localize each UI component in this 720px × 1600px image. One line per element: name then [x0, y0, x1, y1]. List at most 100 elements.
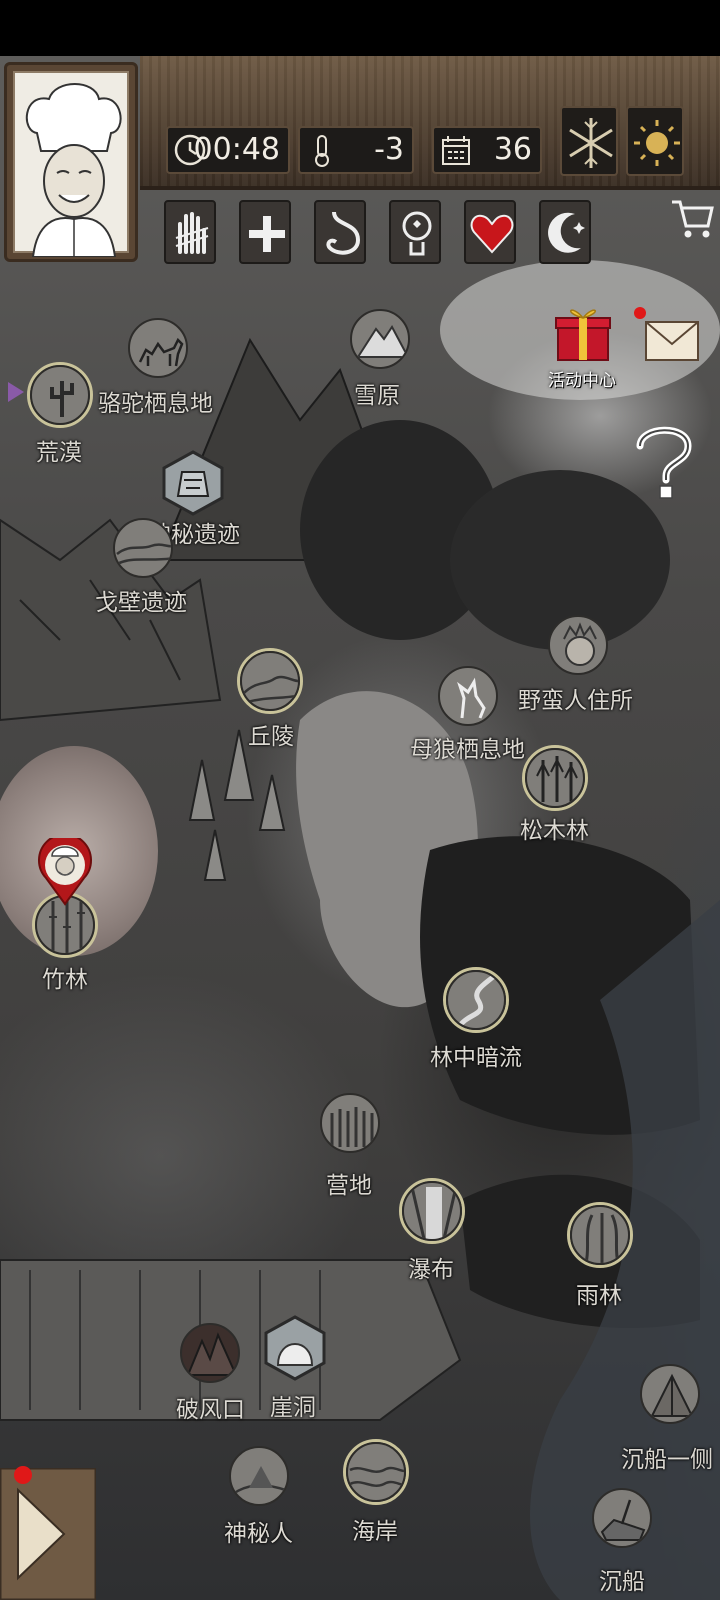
location-forest-stream[interactable] [446, 970, 506, 1030]
mail-notification-dot [634, 307, 646, 319]
love-status-button[interactable] [464, 200, 516, 264]
day-value: 36 [493, 132, 532, 167]
activity-center-label[interactable]: 活动中心 [548, 366, 616, 391]
temple-icon [162, 450, 224, 516]
left-edge-indicator [6, 380, 26, 408]
location-camp[interactable] [320, 1093, 380, 1153]
question-mark-icon [636, 426, 692, 499]
location-desert[interactable] [30, 365, 90, 425]
weather-snow-button[interactable] [560, 106, 618, 176]
location-gobi-ruins[interactable] [113, 518, 173, 578]
location-camel-habitat[interactable] [128, 318, 188, 378]
location-label: 丘陵 [248, 724, 294, 750]
cave-icon [264, 1315, 326, 1381]
location-coast[interactable] [346, 1442, 406, 1502]
help-button[interactable] [626, 418, 702, 504]
location-savage-home[interactable] [548, 615, 608, 675]
location-label: 雨林 [576, 1283, 622, 1309]
sunken-ship-icon [600, 1499, 646, 1541]
palisade-icon [330, 1107, 374, 1147]
calendar-icon [442, 136, 470, 165]
medical-cross-icon [249, 216, 285, 252]
play-arrow-icon [0, 1466, 98, 1600]
wolf-icon [457, 677, 486, 719]
chef-avatar [25, 83, 122, 258]
location-label: 崖洞 [270, 1395, 316, 1421]
location-waterfall[interactable] [402, 1181, 462, 1241]
location-label: 沉船一侧 [621, 1447, 713, 1473]
gift-box-icon [555, 309, 611, 361]
menu-notification-dot [14, 1466, 32, 1484]
map-pin-icon [38, 833, 92, 906]
cactus-icon [50, 381, 74, 417]
location-shipwreck-side[interactable] [640, 1364, 700, 1424]
sun-icon [634, 120, 680, 166]
mood-status-button[interactable] [389, 200, 441, 264]
location-label: 荒漠 [36, 440, 82, 466]
savage-face-icon [563, 622, 597, 666]
island-icon [232, 1466, 287, 1496]
location-pine-forest[interactable] [525, 748, 585, 808]
envelope-icon [645, 321, 699, 361]
bandaged-hand-icon [175, 212, 209, 254]
player-location-marker [36, 833, 94, 906]
shop-button[interactable] [668, 194, 716, 242]
day-counter: 36 [432, 126, 542, 174]
location-shipwreck[interactable] [592, 1488, 652, 1548]
hills-icon [243, 675, 298, 705]
time-display: 00:48 [166, 126, 290, 174]
camel-icon [138, 337, 184, 367]
location-label: 骆驼栖息地 [98, 391, 213, 417]
location-label: 海岸 [352, 1519, 398, 1545]
location-wind-gap[interactable] [180, 1323, 240, 1383]
activity-center-button[interactable] [552, 302, 614, 364]
location-label: 母狼栖息地 [410, 737, 525, 763]
portrait-frame [13, 71, 129, 258]
location-hills[interactable] [240, 651, 300, 711]
location-label: 戈壁遗迹 [95, 590, 187, 616]
location-wolf-den[interactable] [438, 666, 498, 726]
location-label: 沉船 [599, 1569, 645, 1595]
weather-sun-button[interactable] [626, 106, 684, 176]
waves-icon [349, 1466, 404, 1487]
health-status-button[interactable] [239, 200, 291, 264]
thermometer-icon [315, 135, 329, 167]
location-cliff-cave[interactable] [262, 1315, 328, 1381]
location-label: 松木林 [520, 818, 589, 844]
temperature-value: -3 [374, 132, 404, 167]
stomach-icon [326, 211, 361, 255]
temperature-display: -3 [298, 126, 414, 174]
location-label: 野蛮人住所 [518, 688, 633, 714]
sleep-status-button[interactable] [539, 200, 591, 264]
game-screen: 骆驼栖息地 荒漠 雪原 神秘遗迹 戈壁遗迹 丘陵 野蛮人住所 母狼栖息地 松木林… [0, 0, 720, 1600]
expand-menu-button[interactable] [0, 1466, 98, 1600]
hunger-status-button[interactable] [314, 200, 366, 264]
world-map [0, 56, 720, 1600]
location-label: 雪原 [354, 383, 400, 409]
character-portrait[interactable] [4, 62, 138, 262]
head-sparkle-icon [402, 211, 432, 256]
location-label: 神秘人 [224, 1521, 293, 1547]
snowflake-icon [569, 118, 613, 168]
dunes-icon [116, 543, 171, 566]
heart-icon [470, 214, 514, 254]
tent-icon [650, 1373, 694, 1417]
location-label: 林中暗流 [430, 1045, 522, 1071]
snow-mountain-icon [356, 325, 408, 358]
stream-icon [455, 974, 496, 1028]
jungle-icon [584, 1213, 620, 1263]
location-rainforest[interactable] [570, 1205, 630, 1265]
rock-gap-icon [186, 1332, 238, 1376]
moon-icon [548, 212, 585, 253]
location-mystery-ruins[interactable] [160, 450, 226, 516]
waterfall-icon [410, 1186, 458, 1239]
location-label: 营地 [326, 1173, 372, 1199]
location-label: 瀑布 [408, 1257, 454, 1283]
mail-button[interactable] [644, 314, 700, 368]
shopping-cart-icon [672, 200, 714, 238]
current-location-label: 竹林 [42, 967, 88, 993]
location-mystery-person[interactable] [229, 1446, 289, 1506]
location-snowfield[interactable] [350, 309, 410, 369]
pine-trees-icon [536, 756, 578, 802]
injury-status-button[interactable] [164, 200, 216, 264]
